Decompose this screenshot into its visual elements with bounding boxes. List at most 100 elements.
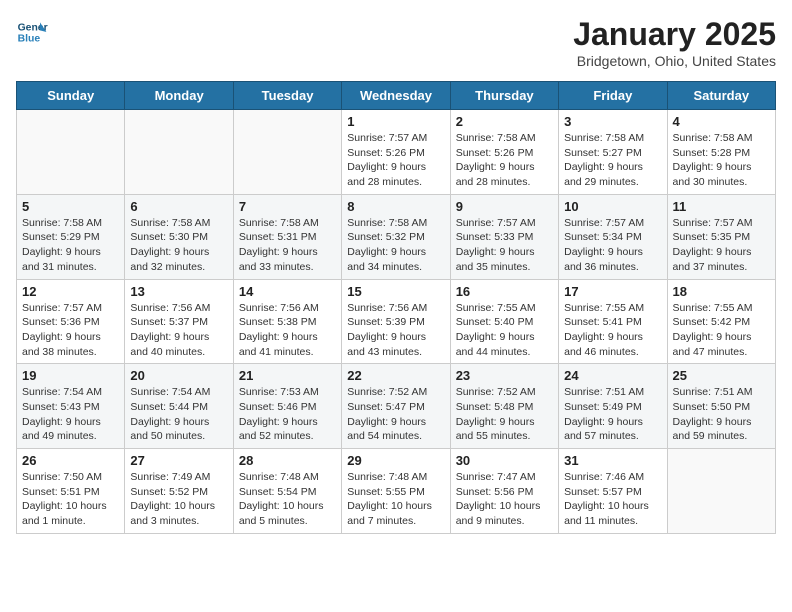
day-info: Sunrise: 7:48 AM Sunset: 5:54 PM Dayligh… <box>239 470 336 529</box>
day-number: 31 <box>564 453 661 468</box>
calendar-cell: 15 Sunrise: 7:56 AM Sunset: 5:39 PM Dayli… <box>342 279 450 364</box>
week-row-4: 19 Sunrise: 7:54 AM Sunset: 5:43 PM Dayli… <box>17 364 776 449</box>
day-info: Sunrise: 7:58 AM Sunset: 5:28 PM Dayligh… <box>673 131 770 190</box>
day-number: 9 <box>456 199 553 214</box>
weekday-header-sunday: Sunday <box>17 82 125 110</box>
day-info: Sunrise: 7:56 AM Sunset: 5:37 PM Dayligh… <box>130 301 227 360</box>
day-info: Sunrise: 7:58 AM Sunset: 5:29 PM Dayligh… <box>22 216 119 275</box>
week-row-3: 12 Sunrise: 7:57 AM Sunset: 5:36 PM Dayli… <box>17 279 776 364</box>
calendar-cell: 3 Sunrise: 7:58 AM Sunset: 5:27 PM Daylig… <box>559 110 667 195</box>
day-number: 4 <box>673 114 770 129</box>
calendar-cell: 14 Sunrise: 7:56 AM Sunset: 5:38 PM Dayli… <box>233 279 341 364</box>
day-info: Sunrise: 7:57 AM Sunset: 5:26 PM Dayligh… <box>347 131 444 190</box>
day-info: Sunrise: 7:56 AM Sunset: 5:38 PM Dayligh… <box>239 301 336 360</box>
day-number: 1 <box>347 114 444 129</box>
day-info: Sunrise: 7:55 AM Sunset: 5:42 PM Dayligh… <box>673 301 770 360</box>
day-number: 23 <box>456 368 553 383</box>
calendar-cell: 17 Sunrise: 7:55 AM Sunset: 5:41 PM Dayli… <box>559 279 667 364</box>
day-number: 19 <box>22 368 119 383</box>
calendar-cell: 21Sunrise: 7:53 AM Sunset: 5:46 PM Dayli… <box>233 364 341 449</box>
day-info: Sunrise: 7:58 AM Sunset: 5:31 PM Dayligh… <box>239 216 336 275</box>
calendar-table: SundayMondayTuesdayWednesdayThursdayFrid… <box>16 81 776 534</box>
day-info: Sunrise: 7:51 AM Sunset: 5:49 PM Dayligh… <box>564 385 661 444</box>
day-number: 26 <box>22 453 119 468</box>
calendar-cell: 12 Sunrise: 7:57 AM Sunset: 5:36 PM Dayli… <box>17 279 125 364</box>
day-number: 29 <box>347 453 444 468</box>
day-number: 12 <box>22 284 119 299</box>
day-info: Sunrise: 7:55 AM Sunset: 5:40 PM Dayligh… <box>456 301 553 360</box>
week-row-5: 26 Sunrise: 7:50 AM Sunset: 5:51 PM Dayli… <box>17 449 776 534</box>
calendar-cell: 10Sunrise: 7:57 AM Sunset: 5:34 PM Dayli… <box>559 194 667 279</box>
logo-icon: General Blue <box>16 16 48 48</box>
day-number: 10 <box>564 199 661 214</box>
day-number: 14 <box>239 284 336 299</box>
calendar-cell: 8 Sunrise: 7:58 AM Sunset: 5:32 PM Daylig… <box>342 194 450 279</box>
day-info: Sunrise: 7:47 AM Sunset: 5:56 PM Dayligh… <box>456 470 553 529</box>
day-info: Sunrise: 7:52 AM Sunset: 5:48 PM Dayligh… <box>456 385 553 444</box>
day-number: 13 <box>130 284 227 299</box>
calendar-cell: 16 Sunrise: 7:55 AM Sunset: 5:40 PM Dayli… <box>450 279 558 364</box>
day-info: Sunrise: 7:58 AM Sunset: 5:32 PM Dayligh… <box>347 216 444 275</box>
calendar-cell <box>233 110 341 195</box>
day-info: Sunrise: 7:50 AM Sunset: 5:51 PM Dayligh… <box>22 470 119 529</box>
calendar-cell: 18 Sunrise: 7:55 AM Sunset: 5:42 PM Dayli… <box>667 279 775 364</box>
calendar-cell: 26 Sunrise: 7:50 AM Sunset: 5:51 PM Dayli… <box>17 449 125 534</box>
svg-text:Blue: Blue <box>18 34 41 45</box>
day-info: Sunrise: 7:56 AM Sunset: 5:39 PM Dayligh… <box>347 301 444 360</box>
day-info: Sunrise: 7:49 AM Sunset: 5:52 PM Dayligh… <box>130 470 227 529</box>
day-number: 5 <box>22 199 119 214</box>
weekday-header-friday: Friday <box>559 82 667 110</box>
day-info: Sunrise: 7:57 AM Sunset: 5:36 PM Dayligh… <box>22 301 119 360</box>
day-info: Sunrise: 7:55 AM Sunset: 5:41 PM Dayligh… <box>564 301 661 360</box>
day-number: 24 <box>564 368 661 383</box>
day-info: Sunrise: 7:54 AM Sunset: 5:44 PM Dayligh… <box>130 385 227 444</box>
calendar-cell: 28 Sunrise: 7:48 AM Sunset: 5:54 PM Dayli… <box>233 449 341 534</box>
week-row-2: 5 Sunrise: 7:58 AM Sunset: 5:29 PM Daylig… <box>17 194 776 279</box>
calendar-cell: 11Sunrise: 7:57 AM Sunset: 5:35 PM Dayli… <box>667 194 775 279</box>
calendar-title: January 2025 <box>573 16 776 53</box>
day-info: Sunrise: 7:58 AM Sunset: 5:27 PM Dayligh… <box>564 131 661 190</box>
day-number: 21 <box>239 368 336 383</box>
calendar-cell: 7 Sunrise: 7:58 AM Sunset: 5:31 PM Daylig… <box>233 194 341 279</box>
day-number: 3 <box>564 114 661 129</box>
calendar-cell: 19 Sunrise: 7:54 AM Sunset: 5:43 PM Dayli… <box>17 364 125 449</box>
day-number: 27 <box>130 453 227 468</box>
calendar-cell <box>667 449 775 534</box>
day-info: Sunrise: 7:46 AM Sunset: 5:57 PM Dayligh… <box>564 470 661 529</box>
day-number: 6 <box>130 199 227 214</box>
calendar-cell: 23 Sunrise: 7:52 AM Sunset: 5:48 PM Dayli… <box>450 364 558 449</box>
calendar-cell <box>17 110 125 195</box>
weekday-header-row: SundayMondayTuesdayWednesdayThursdayFrid… <box>17 82 776 110</box>
calendar-cell: 5 Sunrise: 7:58 AM Sunset: 5:29 PM Daylig… <box>17 194 125 279</box>
day-number: 28 <box>239 453 336 468</box>
weekday-header-saturday: Saturday <box>667 82 775 110</box>
day-number: 2 <box>456 114 553 129</box>
calendar-cell: 27 Sunrise: 7:49 AM Sunset: 5:52 PM Dayli… <box>125 449 233 534</box>
day-info: Sunrise: 7:58 AM Sunset: 5:30 PM Dayligh… <box>130 216 227 275</box>
day-number: 16 <box>456 284 553 299</box>
calendar-cell: 20Sunrise: 7:54 AM Sunset: 5:44 PM Dayli… <box>125 364 233 449</box>
day-info: Sunrise: 7:52 AM Sunset: 5:47 PM Dayligh… <box>347 385 444 444</box>
day-number: 17 <box>564 284 661 299</box>
calendar-cell: 31 Sunrise: 7:46 AM Sunset: 5:57 PM Dayli… <box>559 449 667 534</box>
header: General Blue January 2025 Bridgetown, Oh… <box>16 16 776 69</box>
calendar-cell: 25Sunrise: 7:51 AM Sunset: 5:50 PM Dayli… <box>667 364 775 449</box>
day-info: Sunrise: 7:57 AM Sunset: 5:35 PM Dayligh… <box>673 216 770 275</box>
day-number: 8 <box>347 199 444 214</box>
logo: General Blue <box>16 16 48 48</box>
day-number: 7 <box>239 199 336 214</box>
day-number: 18 <box>673 284 770 299</box>
day-info: Sunrise: 7:54 AM Sunset: 5:43 PM Dayligh… <box>22 385 119 444</box>
day-info: Sunrise: 7:58 AM Sunset: 5:26 PM Dayligh… <box>456 131 553 190</box>
weekday-header-tuesday: Tuesday <box>233 82 341 110</box>
calendar-cell: 13 Sunrise: 7:56 AM Sunset: 5:37 PM Dayli… <box>125 279 233 364</box>
day-number: 30 <box>456 453 553 468</box>
calendar-cell: 29Sunrise: 7:48 AM Sunset: 5:55 PM Dayli… <box>342 449 450 534</box>
calendar-cell: 9Sunrise: 7:57 AM Sunset: 5:33 PM Daylig… <box>450 194 558 279</box>
day-number: 15 <box>347 284 444 299</box>
weekday-header-thursday: Thursday <box>450 82 558 110</box>
calendar-cell: 4 Sunrise: 7:58 AM Sunset: 5:28 PM Daylig… <box>667 110 775 195</box>
title-area: January 2025 Bridgetown, Ohio, United St… <box>573 16 776 69</box>
calendar-cell: 1 Sunrise: 7:57 AM Sunset: 5:26 PM Daylig… <box>342 110 450 195</box>
calendar-cell: 22Sunrise: 7:52 AM Sunset: 5:47 PM Dayli… <box>342 364 450 449</box>
